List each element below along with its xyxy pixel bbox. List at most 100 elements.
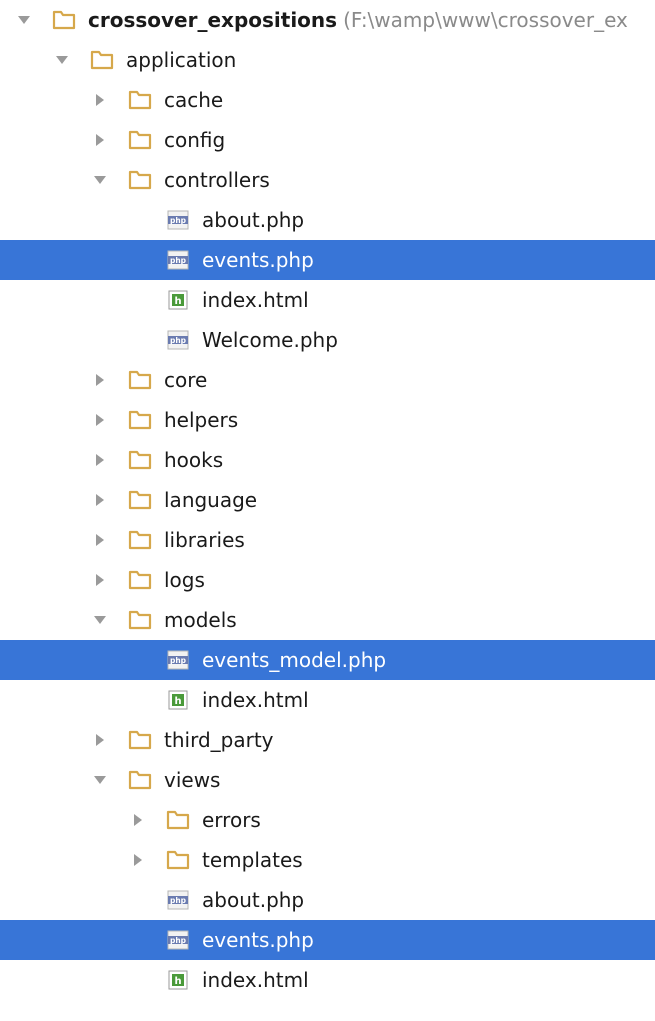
expanded-arrow-icon[interactable] [92, 772, 108, 788]
svg-text:php: php [170, 896, 187, 905]
php-file-icon: php [166, 329, 190, 351]
folder-icon [166, 809, 190, 831]
html-file-icon: h [166, 289, 190, 311]
folder-icon [166, 849, 190, 871]
expanded-arrow-icon[interactable] [54, 52, 70, 68]
tree-folder-helpers[interactable]: helpers [0, 400, 655, 440]
tree-item-label: Welcome.php [202, 320, 338, 360]
svg-text:php: php [170, 936, 187, 945]
tree-item-text: Welcome.php [202, 328, 338, 352]
folder-icon [128, 529, 152, 551]
tree-item-label: config [164, 120, 225, 160]
tree-item-text: application [126, 48, 237, 72]
tree-item-label: controllers [164, 160, 270, 200]
collapsed-arrow-icon[interactable] [92, 412, 108, 428]
collapsed-arrow-icon[interactable] [92, 572, 108, 588]
tree-item-label: index.html [202, 280, 309, 320]
tree-item-text: index.html [202, 288, 309, 312]
tree-item-text: controllers [164, 168, 270, 192]
tree-folder-third-party[interactable]: third_party [0, 720, 655, 760]
tree-file-events-php[interactable]: php events.php [0, 920, 655, 960]
tree-item-text: language [164, 488, 258, 512]
collapsed-arrow-icon[interactable] [92, 132, 108, 148]
folder-icon [128, 609, 152, 631]
tree-folder-views[interactable]: views [0, 760, 655, 800]
tree-item-text: libraries [164, 528, 245, 552]
folder-icon [128, 729, 152, 751]
folder-icon [128, 169, 152, 191]
tree-item-label: events.php [202, 240, 314, 280]
tree-file-about-php[interactable]: php about.php [0, 200, 655, 240]
tree-item-text: events_model.php [202, 648, 387, 672]
tree-file-index-html[interactable]: h index.html [0, 280, 655, 320]
tree-file-index-html[interactable]: h index.html [0, 960, 655, 1000]
tree-item-text: config [164, 128, 226, 152]
collapsed-arrow-icon[interactable] [92, 452, 108, 468]
svg-text:php: php [170, 216, 187, 225]
tree-item-text: core [164, 368, 208, 392]
collapsed-arrow-icon[interactable] [92, 372, 108, 388]
project-tree[interactable]: crossover_expositions (F:\wamp\www\crosso… [0, 0, 655, 1021]
svg-text:php: php [170, 256, 187, 265]
tree-folder-core[interactable]: core [0, 360, 655, 400]
collapsed-arrow-icon[interactable] [92, 492, 108, 508]
tree-item-label: views [164, 760, 220, 800]
folder-icon [90, 49, 114, 71]
tree-folder-application[interactable]: application [0, 40, 655, 80]
tree-item-label: logs [164, 560, 205, 600]
tree-item-text: events.php [202, 248, 314, 272]
tree-item-label: index.html [202, 680, 309, 720]
tree-item-label: hooks [164, 440, 223, 480]
tree-item-text: cache [164, 88, 224, 112]
tree-item-label: errors [202, 800, 261, 840]
collapsed-arrow-icon[interactable] [92, 532, 108, 548]
collapsed-arrow-icon[interactable] [92, 732, 108, 748]
tree-item-text: views [164, 768, 221, 792]
folder-icon [128, 129, 152, 151]
expanded-arrow-icon[interactable] [92, 612, 108, 628]
folder-icon [128, 569, 152, 591]
tree-file-events-php[interactable]: php events.php [0, 240, 655, 280]
tree-item-label: third_party [164, 720, 274, 760]
tree-folder-errors[interactable]: errors [0, 800, 655, 840]
tree-item-text: helpers [164, 408, 239, 432]
html-file-icon: h [166, 969, 190, 991]
svg-text:h: h [174, 296, 181, 307]
svg-text:php: php [170, 336, 187, 345]
tree-item-label: cache [164, 80, 223, 120]
project-root-label: crossover_expositions (F:\wamp\www\crosso… [88, 0, 628, 40]
expanded-arrow-icon[interactable] [16, 12, 32, 28]
tree-item-text: templates [202, 848, 303, 872]
collapsed-arrow-icon[interactable] [92, 92, 108, 108]
collapsed-arrow-icon[interactable] [130, 812, 146, 828]
expanded-arrow-icon[interactable] [92, 172, 108, 188]
folder-icon [128, 489, 152, 511]
tree-item-label: application [126, 40, 236, 80]
php-file-icon: php [166, 929, 190, 951]
tree-item-text: about.php [202, 888, 305, 912]
tree-item-label: libraries [164, 520, 245, 560]
tree-item-text: models [164, 608, 237, 632]
tree-file-about-php[interactable]: php about.php [0, 880, 655, 920]
tree-folder-logs[interactable]: logs [0, 560, 655, 600]
tree-folder-cache[interactable]: cache [0, 80, 655, 120]
tree-file-welcome-php[interactable]: php Welcome.php [0, 320, 655, 360]
svg-text:php: php [170, 656, 187, 665]
tree-item-label: templates [202, 840, 303, 880]
tree-folder-controllers[interactable]: controllers [0, 160, 655, 200]
folder-icon [52, 9, 76, 31]
tree-folder-libraries[interactable]: libraries [0, 520, 655, 560]
tree-folder-hooks[interactable]: hooks [0, 440, 655, 480]
tree-item-text: logs [164, 568, 205, 592]
tree-item-text: crossover_expositions [88, 8, 338, 32]
tree-file-index-html[interactable]: h index.html [0, 680, 655, 720]
tree-item-label: language [164, 480, 257, 520]
tree-file-events-model-php[interactable]: php events_model.php [0, 640, 655, 680]
tree-folder-models[interactable]: models [0, 600, 655, 640]
collapsed-arrow-icon[interactable] [130, 852, 146, 868]
tree-folder-config[interactable]: config [0, 120, 655, 160]
tree-folder-language[interactable]: language [0, 480, 655, 520]
svg-text:h: h [174, 696, 181, 707]
tree-folder-crossover-expositions[interactable]: crossover_expositions (F:\wamp\www\crosso… [0, 0, 655, 40]
tree-folder-templates[interactable]: templates [0, 840, 655, 880]
